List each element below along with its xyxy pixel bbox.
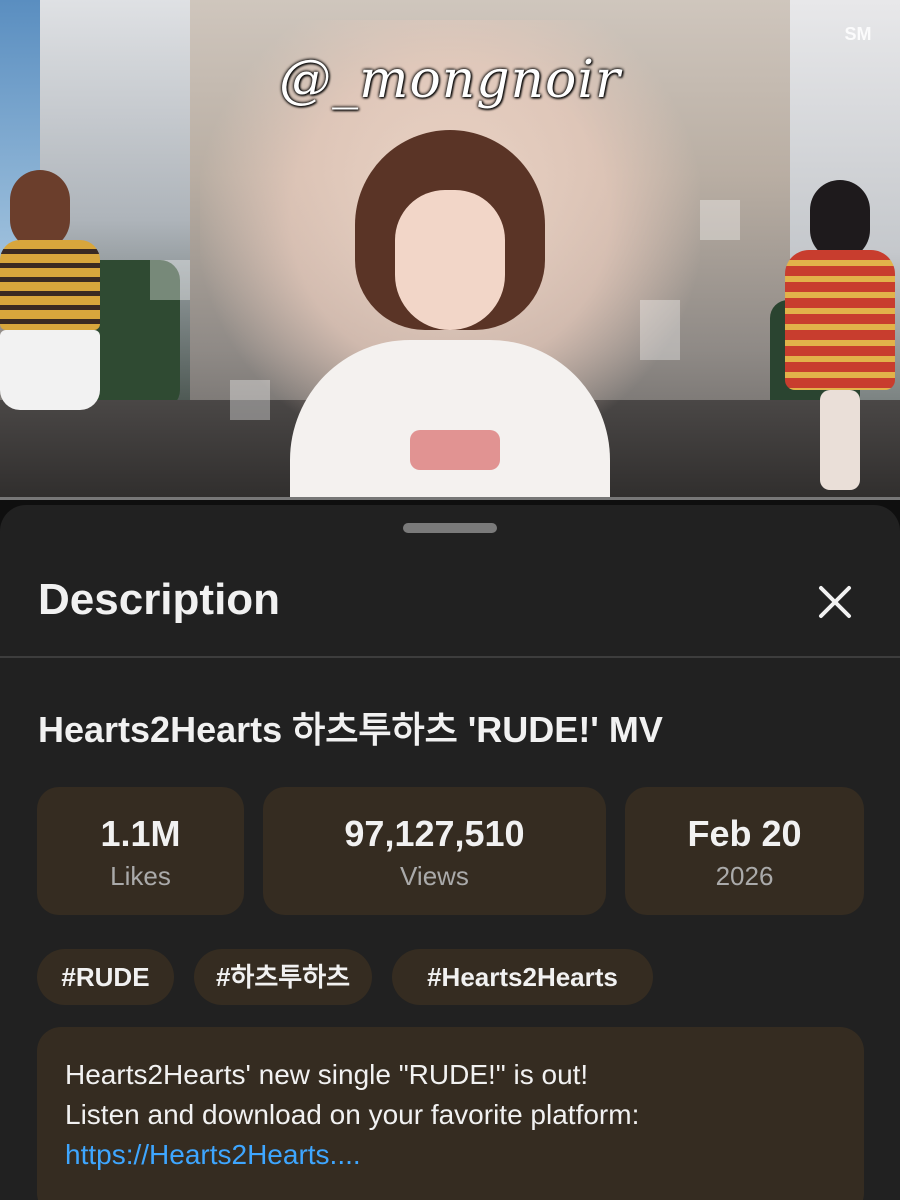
video-progress-bar[interactable] [0, 497, 900, 500]
likes-label: Likes [110, 861, 171, 891]
video-scene-dancer-right [780, 180, 900, 500]
hashtag-chip[interactable]: #하츠투하츠 [194, 949, 372, 1005]
video-scene-dancer-center [290, 130, 610, 500]
description-line: Hearts2Hearts' new single "RUDE!" is out… [65, 1059, 589, 1090]
sheet-title: Description [38, 575, 281, 624]
views-count: 97,127,510 [344, 813, 525, 854]
video-player[interactable]: @_mongnoir SM [0, 0, 900, 500]
video-title: Hearts2Hearts 하츠투하츠 'RUDE!' MV [38, 709, 663, 750]
description-sheet: Description Hearts2Hearts 하츠투하츠 'RUDE!' … [0, 505, 900, 1200]
hashtag-chip[interactable]: #Hearts2Hearts [392, 949, 653, 1005]
publish-date: Feb 20 [687, 813, 802, 854]
description-box[interactable]: Hearts2Hearts' new single "RUDE!" is out… [37, 1027, 864, 1200]
divider [0, 656, 900, 658]
channel-logo-icon: SM [844, 24, 872, 44]
views-label: Views [400, 861, 469, 891]
description-line: Listen and download on your favorite pla… [65, 1099, 640, 1130]
video-scene-pixel-block [640, 300, 680, 360]
close-icon [819, 586, 851, 618]
views-stat: 97,127,510 Views [263, 787, 606, 915]
watermark-text: @_mongnoir [279, 50, 621, 110]
video-scene-pixel-block [150, 260, 190, 300]
likes-stat: 1.1M Likes [37, 787, 244, 915]
description-link[interactable]: https://Hearts2Hearts.... [65, 1135, 836, 1175]
video-scene-pixel-block [700, 200, 740, 240]
likes-count: 1.1M [100, 813, 181, 854]
close-button[interactable] [810, 577, 860, 627]
drag-handle[interactable] [403, 523, 497, 533]
publish-date-stat: Feb 20 2026 [625, 787, 864, 915]
publish-year: 2026 [715, 861, 774, 891]
hashtag-chip[interactable]: #RUDE [37, 949, 174, 1005]
video-scene-dancer-left [0, 170, 110, 500]
video-scene-pixel-block [230, 380, 270, 420]
